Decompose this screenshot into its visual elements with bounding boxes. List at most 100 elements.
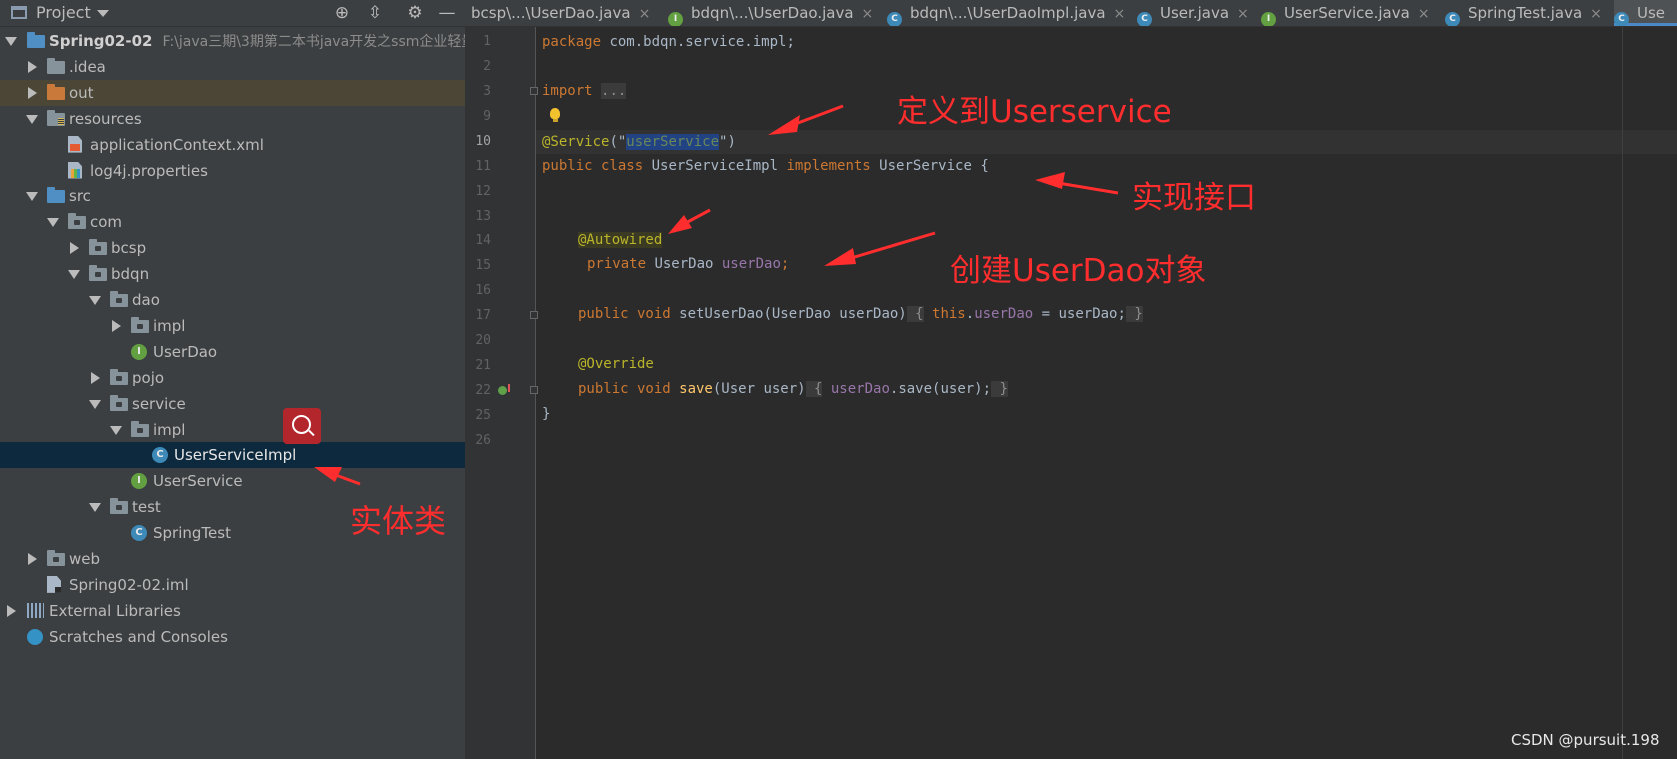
chevron-down-icon[interactable] <box>97 10 109 17</box>
tree-item-web[interactable]: web <box>0 546 465 572</box>
search-icon[interactable] <box>283 408 321 444</box>
line-number: 12 <box>475 184 491 199</box>
fold-marker-icon[interactable] <box>530 311 538 319</box>
implements-gutter-icon[interactable] <box>498 384 510 395</box>
tree-item-src[interactable]: src <box>0 183 465 209</box>
code-line-25[interactable]: } <box>542 402 550 426</box>
expand-arrow-open-icon[interactable] <box>88 494 102 520</box>
editor-tab-user-java[interactable]: C User.java × <box>1137 0 1255 26</box>
tree-item-spring02-02-iml[interactable]: Spring02-02.iml <box>0 572 465 598</box>
tree-item-label: dao <box>132 287 160 313</box>
tree-item--idea[interactable]: .idea <box>0 54 465 80</box>
code-line-21[interactable]: @Override <box>578 352 654 376</box>
code-line-3[interactable]: import ... <box>542 79 627 103</box>
expand-arrow-closed-icon[interactable] <box>25 546 39 572</box>
expand-arrow-closed-icon[interactable] <box>109 313 123 339</box>
tree-item-userserviceimpl[interactable]: C UserServiceImpl <box>0 442 465 469</box>
expand-arrow-open-icon[interactable] <box>25 106 39 132</box>
tree-item-scratches-and-consoles[interactable]: Scratches and Consoles <box>0 624 465 650</box>
tree-item-resources[interactable]: resources <box>0 106 465 132</box>
fold-marker-icon[interactable] <box>530 386 538 394</box>
collapse-all-icon[interactable]: ⇳ <box>365 3 385 23</box>
tree-item-external-libraries[interactable]: External Libraries <box>0 598 465 624</box>
expand-arrow-open-icon[interactable] <box>67 261 81 287</box>
expand-arrow-open-icon[interactable] <box>88 391 102 417</box>
expand-arrow-closed-icon[interactable] <box>88 365 102 391</box>
tree-item-dao[interactable]: dao <box>0 287 465 313</box>
package-name-token: com.bdqn.service.impl; <box>601 34 795 50</box>
expand-arrow-open-icon[interactable] <box>4 28 18 54</box>
package-icon <box>89 265 107 282</box>
tree-item-out[interactable]: out <box>0 79 465 106</box>
tree-item-label: service <box>132 391 186 417</box>
code-line-10[interactable]: @Service("userService") <box>542 130 736 154</box>
method-name-token: save <box>670 381 713 397</box>
tree-item-label: UserServiceImpl <box>174 442 296 468</box>
folder-icon <box>47 57 65 74</box>
editor-tab-bdqn-userdao-java[interactable]: Ibdqn\...\UserDao.java × <box>668 0 880 26</box>
expand-arrow-open-icon[interactable] <box>25 183 39 209</box>
expand-arrow-open-icon[interactable] <box>109 417 123 443</box>
tree-item-label: UserDao <box>153 339 217 365</box>
tree-item-pojo[interactable]: pojo <box>0 365 465 391</box>
editor-tab-bdqn-userdaoimpl-java[interactable]: Cbdqn\...\UserDaoImpl.java × <box>887 0 1130 26</box>
editor-tab-springtest-java[interactable]: C SpringTest.java × <box>1445 0 1605 26</box>
excluded-folder-icon <box>47 83 65 100</box>
minimize-icon[interactable]: — <box>437 3 457 23</box>
editor-tab-use[interactable]: C Use <box>1614 0 1677 26</box>
expand-arrow-open-icon[interactable] <box>88 287 102 313</box>
code-line-22[interactable]: public void save(User user) { userDao.sa… <box>578 377 1008 401</box>
gear-icon[interactable]: ⚙ <box>405 3 425 23</box>
code-line-14[interactable]: @Autowired <box>578 228 663 252</box>
tree-item-text: SpringTest <box>153 524 231 543</box>
tree-item-com[interactable]: com <box>0 209 465 235</box>
tree-item-spring02-02[interactable]: Spring02-02 F:\java三期\3期第二本书java开发之ssm企业轻… <box>0 28 465 54</box>
locate-target-icon[interactable]: ⊕ <box>332 3 352 23</box>
expand-arrow-closed-icon[interactable] <box>67 235 81 261</box>
tree-item-bcsp[interactable]: bcsp <box>0 235 465 261</box>
tree-item-log4j-properties[interactable]: log4j.properties <box>0 158 465 184</box>
close-icon[interactable]: × <box>639 6 651 22</box>
editor-tab-userservice-java[interactable]: I UserService.java × <box>1261 0 1438 26</box>
line-number: 22 <box>475 383 491 398</box>
close-icon[interactable]: × <box>1114 6 1126 22</box>
fold-marker-icon[interactable] <box>530 87 538 95</box>
keyword-token: import <box>542 83 593 99</box>
class-icon: C <box>131 525 147 542</box>
folded-imports[interactable]: ... <box>601 83 627 99</box>
close-icon[interactable]: × <box>1237 6 1249 22</box>
tree-item-label: com <box>90 209 122 235</box>
package-icon <box>131 316 149 333</box>
tree-item-userdao[interactable]: I UserDao <box>0 339 465 365</box>
code-line-15[interactable]: private UserDao userDao; <box>587 252 789 276</box>
project-view-selector[interactable]: Project <box>36 3 91 22</box>
web-folder-icon <box>47 550 65 566</box>
tree-item-label: SpringTest <box>153 520 231 546</box>
expand-arrow-closed-icon[interactable] <box>25 80 39 106</box>
code-line-1[interactable]: package com.bdqn.service.impl; <box>542 30 795 54</box>
expand-arrow-closed-icon[interactable] <box>25 54 39 80</box>
close-icon[interactable]: × <box>1418 6 1430 22</box>
expand-arrow-open-icon[interactable] <box>46 209 60 235</box>
tree-item-impl[interactable]: impl <box>0 417 465 443</box>
expand-arrow-closed-icon[interactable] <box>4 598 18 624</box>
tree-item-bdqn[interactable]: bdqn <box>0 261 465 287</box>
line-number: 25 <box>475 408 491 423</box>
tree-item-text: UserDao <box>153 342 218 361</box>
field-token: userDao <box>974 306 1034 322</box>
tree-item-applicationcontext-xml[interactable]: applicationContext.xml <box>0 132 465 158</box>
tree-item-text: bcsp <box>111 239 147 258</box>
lightbulb-icon[interactable] <box>550 108 560 122</box>
line-number: 2 <box>483 59 491 74</box>
code-line-11[interactable]: public class UserServiceImpl implements … <box>542 154 989 178</box>
code-line-17[interactable]: public void setUserDao(UserDao userDao) … <box>578 302 1143 326</box>
tree-item-userservice[interactable]: I UserService <box>0 468 465 494</box>
editor-tab-bar: bcsp\...\UserDao.java × Ibdqn\...\UserDao.… <box>465 0 1677 27</box>
close-icon[interactable]: × <box>862 6 874 22</box>
tree-item-label: UserService <box>153 468 243 494</box>
close-icon[interactable]: × <box>1590 6 1602 22</box>
tree-item-service[interactable]: service <box>0 391 465 417</box>
annotation-entity: 实体类 <box>350 502 447 540</box>
editor-tab-bcsp-userdao-java[interactable]: bcsp\...\UserDao.java × <box>471 0 661 26</box>
tree-item-impl[interactable]: impl <box>0 313 465 339</box>
